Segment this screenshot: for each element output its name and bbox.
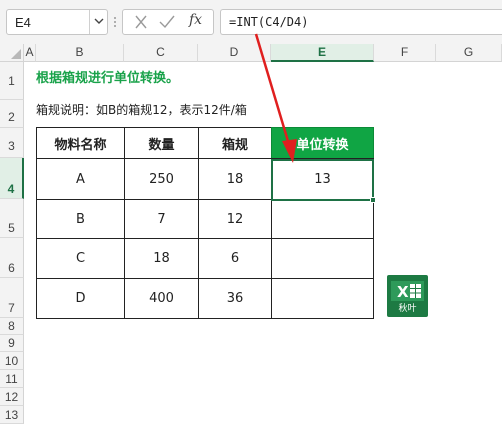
annotation-arrow-icon — [254, 33, 297, 163]
logo-text: 秋叶 — [398, 304, 417, 314]
excel-logo: X 秋叶 — [387, 275, 428, 317]
svg-text:X: X — [397, 283, 409, 301]
excel-sheet-icon: X — [391, 281, 424, 301]
